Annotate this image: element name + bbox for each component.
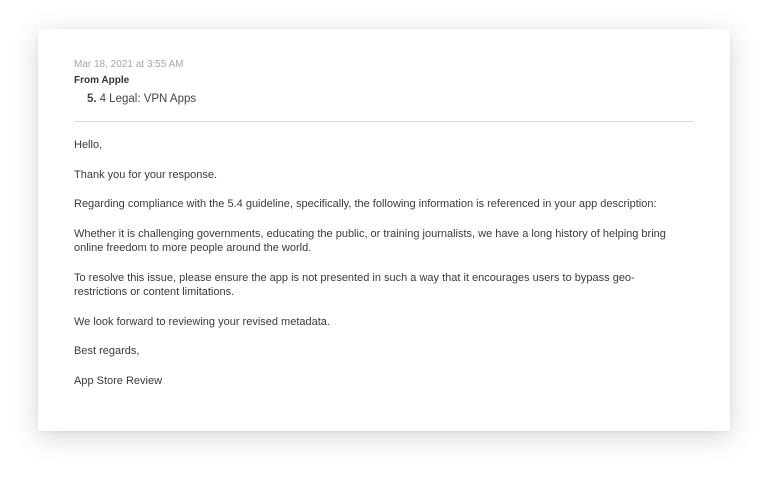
screenshot-stage: Mar 18, 2021 at 3:55 AM From Apple 5. 4 … <box>0 0 768 478</box>
body-paragraph: Whether it is challenging governments, e… <box>74 227 666 255</box>
message-sender: From Apple <box>74 75 130 86</box>
body-paragraph: We look forward to reviewing your revise… <box>74 315 330 328</box>
signature: App Store Review <box>74 374 163 387</box>
header-divider <box>74 121 694 122</box>
body-paragraph: To resolve this issue, please ensure the… <box>74 271 635 299</box>
body-paragraph: Best regards, <box>74 345 140 357</box>
message-date: Mar 18, 2021 at 3:55 AM <box>74 59 184 70</box>
body-paragraph: Thank you for your response. <box>74 168 218 181</box>
body-paragraph: Hello, <box>74 139 103 151</box>
subject-text: 4 Legal: VPN Apps <box>99 93 197 105</box>
message-subject: 5. 4 Legal: VPN Apps <box>87 92 694 107</box>
subject-number: 5. <box>87 93 97 105</box>
message-card: Mar 18, 2021 at 3:55 AM From Apple 5. 4 … <box>38 29 730 431</box>
message-body: Hello, Thank you for your response. Rega… <box>74 138 684 388</box>
body-paragraph: Regarding compliance with the 5.4 guidel… <box>74 198 657 210</box>
